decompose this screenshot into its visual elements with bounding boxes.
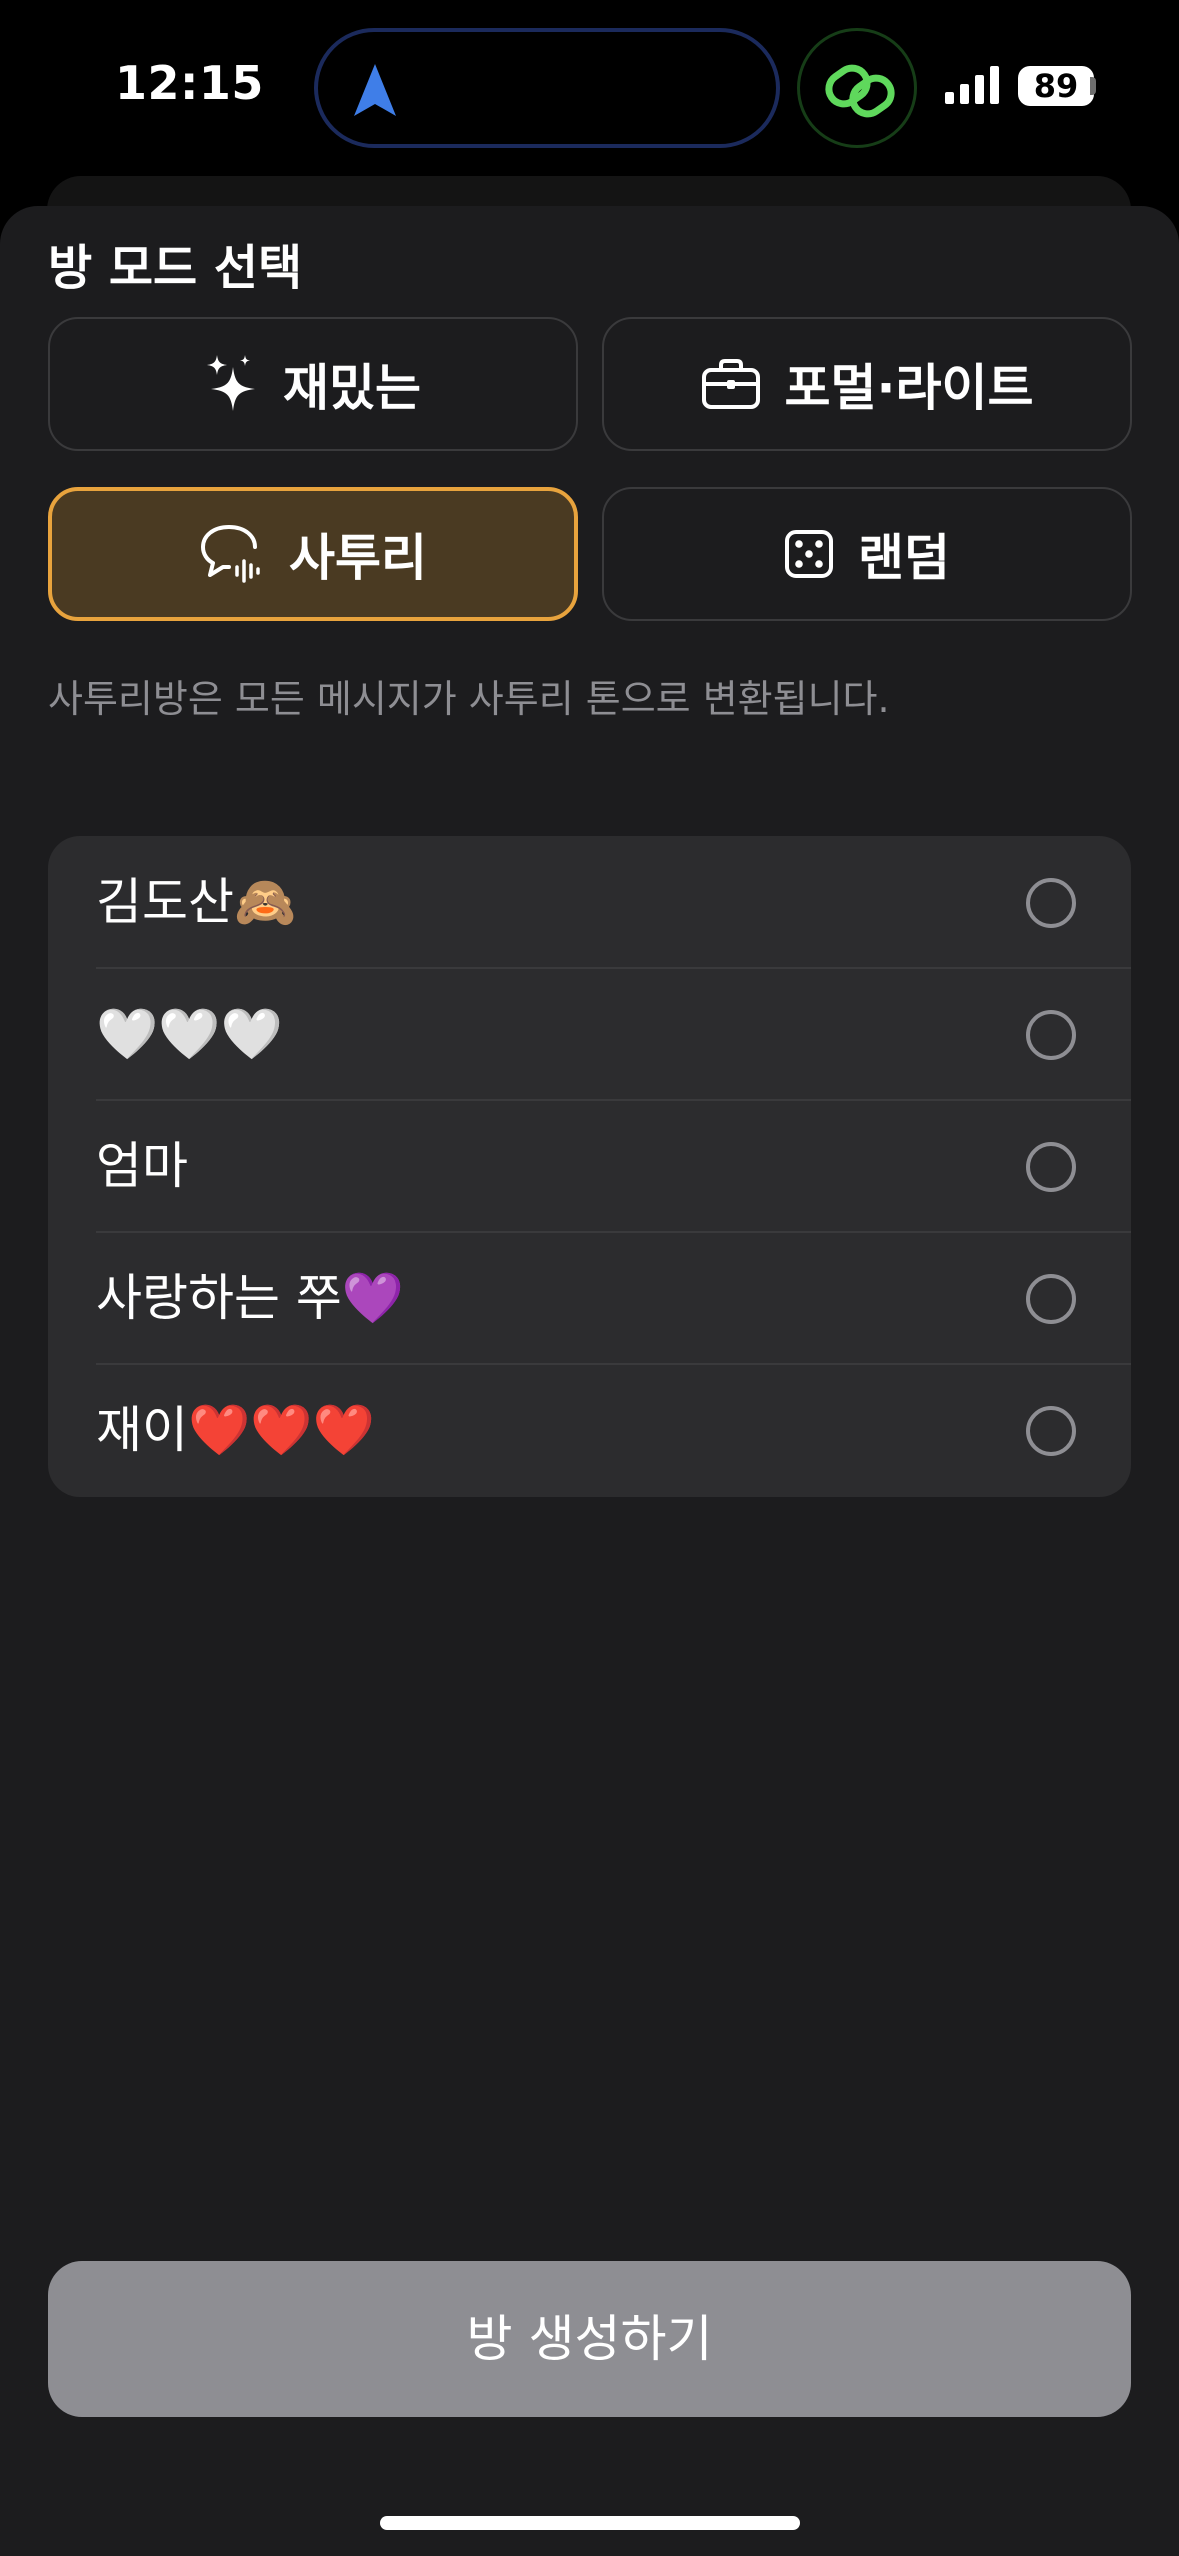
speech-bubble-waveform-icon	[201, 525, 260, 583]
contact-name: 사랑하는 쭈💜	[96, 1269, 405, 1327]
contact-name: 재이❤️❤️❤️	[96, 1401, 375, 1459]
mode-button-fun-label: 재밌는	[283, 359, 421, 417]
dynamic-island[interactable]	[314, 28, 780, 148]
contact-list: 김도산🙈 🤍🤍🤍 엄마 사랑하는 쭈💜 재이❤️❤️❤️	[48, 836, 1131, 1497]
list-item[interactable]: 🤍🤍🤍	[48, 968, 1131, 1100]
status-time: 12:15	[115, 56, 264, 110]
link-activity-icon[interactable]	[797, 28, 917, 148]
mode-button-fun[interactable]: 재밌는	[48, 317, 578, 451]
battery-icon: 89	[1018, 66, 1094, 106]
dice-icon	[785, 530, 833, 578]
radio-button[interactable]	[1026, 878, 1076, 928]
list-item[interactable]: 사랑하는 쭈💜	[48, 1232, 1131, 1364]
radio-button[interactable]	[1026, 1274, 1076, 1324]
battery-nub	[1090, 77, 1096, 95]
mode-button-dialect[interactable]: 사투리	[48, 487, 578, 621]
radio-button[interactable]	[1026, 1010, 1076, 1060]
mode-button-formal-light-label: 포멀·라이트	[784, 359, 1034, 417]
sparkles-icon	[207, 355, 255, 411]
radio-button[interactable]	[1026, 1142, 1076, 1192]
list-item[interactable]: 엄마	[48, 1100, 1131, 1232]
home-indicator[interactable]	[380, 2516, 800, 2530]
mode-button-random[interactable]: 랜덤	[602, 487, 1132, 621]
mode-button-formal-light[interactable]: 포멀·라이트	[602, 317, 1132, 451]
mode-button-random-label: 랜덤	[858, 529, 950, 587]
cellular-signal-icon	[945, 66, 999, 104]
list-item[interactable]: 김도산🙈	[48, 836, 1131, 968]
create-room-button[interactable]: 방 생성하기	[48, 2261, 1131, 2417]
list-item[interactable]: 재이❤️❤️❤️	[48, 1364, 1131, 1496]
mode-button-dialect-label: 사투리	[289, 529, 427, 587]
navigation-arrow-icon	[354, 64, 396, 116]
radio-button[interactable]	[1026, 1406, 1076, 1456]
contact-name: 김도산🙈	[96, 873, 297, 931]
screen: 12:15 89 방 모드 선택 재밌는 포멀·라이트 사투리 랜덤 사투리방은…	[0, 0, 1179, 2556]
mode-description: 사투리방은 모든 메시지가 사투리 톤으로 변환됩니다.	[48, 677, 890, 721]
contact-name: 🤍🤍🤍	[96, 1005, 283, 1063]
contact-name: 엄마	[96, 1137, 188, 1195]
briefcase-icon	[701, 359, 760, 409]
section-title: 방 모드 선택	[48, 240, 303, 296]
